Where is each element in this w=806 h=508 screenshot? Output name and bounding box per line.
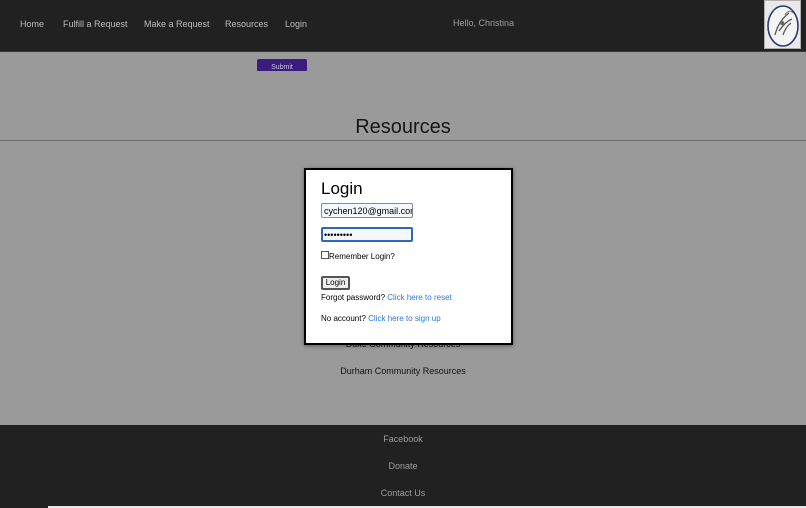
forgot-password-line: Forgot password? Click here to reset	[321, 293, 452, 302]
signup-link[interactable]: Click here to sign up	[368, 314, 440, 323]
logo-image[interactable]	[764, 0, 801, 49]
footer-link-donate[interactable]: Donate	[0, 461, 806, 471]
footer: Facebook Donate Contact Us	[0, 425, 806, 508]
nav-fulfill-request[interactable]: Fulfill a Request	[63, 19, 128, 29]
nav-login[interactable]: Login	[285, 19, 307, 29]
logo-icon	[767, 5, 799, 47]
remember-checkbox[interactable]	[321, 251, 329, 259]
remember-label: Remember Login?	[329, 252, 395, 261]
modal-title: Login	[321, 179, 363, 198]
footer-link-facebook[interactable]: Facebook	[0, 434, 806, 444]
user-greeting: Hello, Christina	[453, 18, 515, 28]
footer-link-contact[interactable]: Contact Us	[0, 488, 806, 498]
email-field[interactable]: cychen120@gmail.com	[321, 203, 413, 218]
reset-password-link[interactable]: Click here to reset	[387, 293, 451, 302]
login-modal: Login cychen120@gmail.com ••••••••• Reme…	[304, 168, 513, 345]
nav-home[interactable]: Home	[20, 19, 44, 29]
nav-make-request[interactable]: Make a Request	[144, 19, 210, 29]
login-button[interactable]: Login	[321, 276, 350, 290]
submit-button[interactable]: Submit	[257, 59, 307, 71]
remember-login[interactable]: Remember Login?	[321, 251, 395, 261]
navbar: Home Fulfill a Request Make a Request Re…	[0, 0, 806, 52]
divider	[0, 140, 806, 141]
resource-link-durham[interactable]: Durham Community Resources	[0, 366, 806, 376]
signup-line: No account? Click here to sign up	[321, 314, 441, 323]
forgot-password-text: Forgot password?	[321, 293, 386, 302]
password-field[interactable]: •••••••••	[321, 227, 413, 242]
nav-resources[interactable]: Resources	[225, 19, 268, 29]
page-title: Resources	[355, 116, 451, 138]
no-account-text: No account?	[321, 314, 366, 323]
